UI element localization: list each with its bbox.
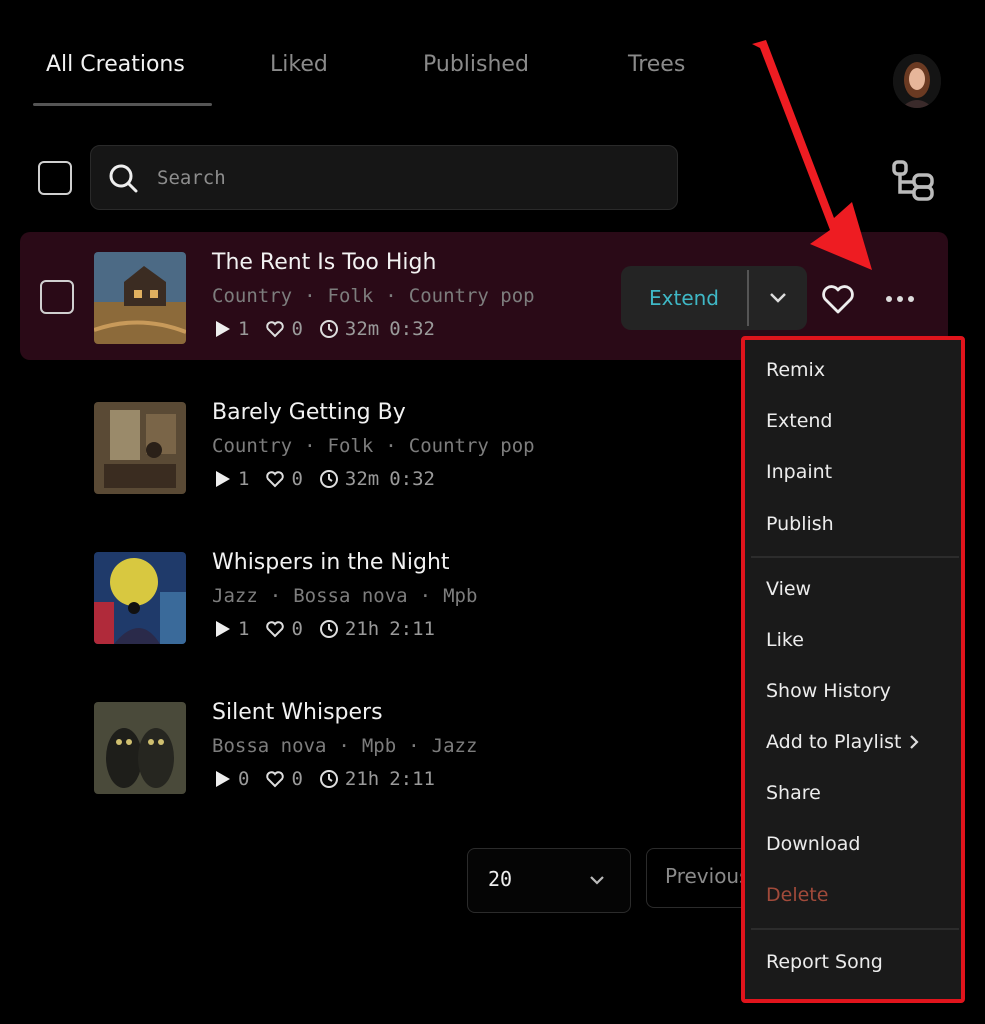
extend-button[interactable]: Extend [621,266,747,330]
menu-item-add-to-playlist[interactable]: Add to Playlist [766,731,921,753]
chevron-down-icon [770,293,786,303]
menu-divider [751,556,959,558]
chevron-right-icon [910,735,920,749]
song-tag[interactable]: Folk [328,435,374,457]
more-options-button[interactable] [886,290,914,308]
song-title[interactable]: Whispers in the Night [212,550,450,575]
heart-icon [266,771,285,788]
song-tags: Bossa nova · Mpb · Jazz [212,735,478,757]
song-tag[interactable]: Folk [328,285,374,307]
song-stats: 1 0 21h 2:11 [212,618,435,640]
search-icon [109,164,138,193]
tab-published[interactable]: Published [423,52,529,77]
search-input[interactable] [157,158,657,198]
heart-icon [266,471,285,488]
menu-item-view[interactable]: View [766,578,811,600]
play-icon [216,621,230,637]
song-tag[interactable]: Bossa nova [293,585,407,607]
song-tag[interactable]: Country [212,435,292,457]
song-stats: 1 0 32m 0:32 [212,318,435,340]
song-duration: 0:32 [389,468,435,490]
menu-item-like[interactable]: Like [766,629,804,651]
heart-icon [266,321,285,338]
clock-icon [319,320,338,338]
menu-item-publish[interactable]: Publish [766,513,834,535]
tab-trees[interactable]: Trees [628,52,685,77]
song-tag[interactable]: Country [212,285,292,307]
extend-options-button[interactable] [749,266,807,330]
clock-icon [319,620,338,638]
tab-all-creations[interactable]: All Creations [46,52,185,77]
play-icon [216,771,230,787]
song-tags: Country · Folk · Country pop [212,285,535,307]
menu-item-delete[interactable]: Delete [766,884,828,906]
page-size-select[interactable]: 20 [467,848,631,913]
play-icon [216,321,230,337]
song-cover [94,552,186,644]
song-tag[interactable]: Bossa nova [212,735,326,757]
song-title[interactable]: Silent Whispers [212,700,383,725]
song-duration: 2:11 [389,618,435,640]
tab-liked[interactable]: Liked [270,52,328,77]
menu-item-download[interactable]: Download [766,833,860,855]
song-cover [94,402,186,494]
song-tags: Country · Folk · Country pop [212,435,535,457]
active-tab-indicator [33,103,212,106]
clock-icon [319,470,338,488]
menu-item-extend[interactable]: Extend [766,410,833,432]
song-stats: 1 0 32m 0:32 [212,468,435,490]
song-tag[interactable]: Country pop [409,435,535,457]
song-cover [94,252,186,344]
song-duration: 2:11 [389,768,435,790]
extend-button-group: Extend [621,266,807,330]
avatar[interactable] [893,54,941,108]
tree-icon[interactable] [890,158,936,202]
more-icon [886,296,892,302]
menu-item-inpaint[interactable]: Inpaint [766,461,832,483]
heart-icon [266,621,285,638]
song-title[interactable]: The Rent Is Too High [212,250,436,275]
song-stats: 0 0 21h 2:11 [212,768,435,790]
menu-divider [751,928,959,930]
chevron-down-icon [590,876,604,885]
song-duration: 0:32 [389,318,435,340]
song-tag[interactable]: Country pop [409,285,535,307]
tab-bar: All Creations Liked Published Trees [0,0,985,110]
song-tag[interactable]: Mpb [362,735,396,757]
song-context-menu: Remix Extend Inpaint Publish View Like S… [741,336,965,1003]
song-tag[interactable]: Mpb [443,585,477,607]
clock-icon [319,770,338,788]
menu-item-report-song[interactable]: Report Song [766,951,883,973]
song-tag[interactable]: Jazz [212,585,258,607]
menu-item-show-history[interactable]: Show History [766,680,891,702]
search-box [90,145,678,210]
like-button[interactable] [820,282,856,316]
menu-item-remix[interactable]: Remix [766,359,825,381]
song-tags: Jazz · Bossa nova · Mpb [212,585,478,607]
song-cover [94,702,186,794]
song-tag[interactable]: Jazz [432,735,478,757]
song-title[interactable]: Barely Getting By [212,400,406,425]
menu-item-share[interactable]: Share [766,782,821,804]
select-all-checkbox[interactable] [38,161,72,195]
song-checkbox[interactable] [40,280,74,314]
play-icon [216,471,230,487]
